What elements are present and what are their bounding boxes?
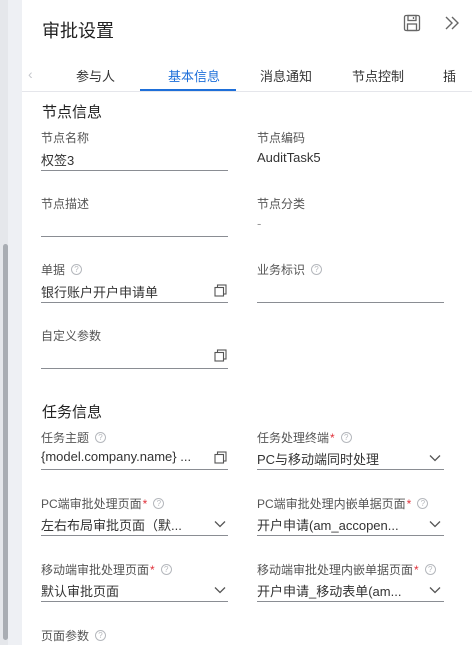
biz-flag-underline xyxy=(257,302,444,303)
node-name-input[interactable]: 权签3 xyxy=(41,150,74,169)
task-terminal-underline xyxy=(257,469,444,470)
copy-icon[interactable] xyxy=(213,283,227,297)
mobile-page-select[interactable]: 默认审批页面 xyxy=(41,581,208,600)
node-category-label: 节点分类 xyxy=(257,197,306,211)
copy-icon[interactable] xyxy=(213,348,227,362)
custom-params-underline xyxy=(41,368,228,369)
chevron-down-icon[interactable] xyxy=(428,451,442,465)
biz-flag-input[interactable] xyxy=(257,282,444,300)
mobile-embed-page-label: 移动端审批处理内嵌单据页面 * ? xyxy=(257,561,436,578)
mobile-page-label: 移动端审批处理页面 * ? xyxy=(41,561,172,578)
help-icon[interactable]: ? xyxy=(311,264,323,275)
pc-page-select[interactable]: 左右布局审批页面（默... xyxy=(41,515,208,534)
double-chevron-right-icon xyxy=(445,16,459,30)
page-params-label: 页面参数 ? xyxy=(41,627,107,644)
task-subject-underline xyxy=(41,469,228,470)
help-icon[interactable]: ? xyxy=(95,630,107,641)
task-subject-input[interactable]: {model.company.name} ... xyxy=(41,449,208,464)
chevron-down-icon[interactable] xyxy=(428,517,442,531)
save-button[interactable] xyxy=(401,12,423,34)
help-icon[interactable]: ? xyxy=(71,264,83,275)
help-icon[interactable]: ? xyxy=(424,564,436,575)
section-title-task-info: 任务信息 xyxy=(42,404,103,421)
pc-embed-page-select[interactable]: 开户申请(am_accopen... xyxy=(257,515,422,534)
help-icon[interactable]: ? xyxy=(160,564,172,575)
chevron-down-icon[interactable] xyxy=(213,517,227,531)
chevron-down-icon[interactable] xyxy=(213,583,227,597)
panel-header: 审批设置 xyxy=(22,0,472,56)
node-name-underline xyxy=(41,170,228,171)
tab-plugin[interactable]: 插 xyxy=(443,66,456,85)
section-title-node-info: 节点信息 xyxy=(42,104,103,121)
help-icon[interactable]: ? xyxy=(340,432,352,443)
node-code-label: 节点编码 xyxy=(257,131,306,145)
node-desc-underline xyxy=(41,236,228,237)
tab-scroll-left-icon[interactable]: ‹ xyxy=(28,66,33,82)
expand-button[interactable] xyxy=(441,12,463,34)
copy-icon[interactable] xyxy=(213,450,227,464)
document-label: 单据 ? xyxy=(41,261,83,278)
node-category-value: - xyxy=(257,216,262,231)
task-subject-label: 任务主题 ? xyxy=(41,429,107,446)
tab-basic-info[interactable]: 基本信息 xyxy=(168,66,220,85)
task-terminal-select[interactable]: PC与移动端同时处理 xyxy=(257,449,422,468)
mobile-embed-page-select[interactable]: 开户申请_移动表单(am... xyxy=(257,581,422,600)
tab-participants[interactable]: 参与人 xyxy=(76,66,115,85)
custom-params-label: 自定义参数 xyxy=(41,329,102,343)
custom-params-input[interactable] xyxy=(41,348,206,366)
save-icon xyxy=(403,14,421,32)
panel-title: 审批设置 xyxy=(42,21,114,41)
active-tab-indicator xyxy=(140,89,236,91)
document-underline xyxy=(41,302,228,303)
tab-message-notify[interactable]: 消息通知 xyxy=(260,66,312,85)
node-code-value: AuditTask5 xyxy=(257,150,321,165)
mobile-page-underline xyxy=(41,601,228,602)
biz-flag-label: 业务标识 ? xyxy=(257,261,323,278)
chevron-down-icon[interactable] xyxy=(428,583,442,597)
pc-embed-page-label: PC端审批处理内嵌单据页面 * ? xyxy=(257,495,429,512)
node-name-label: 节点名称 xyxy=(41,131,90,145)
approval-settings-panel: 审批设置 ‹ 参与人 基本信息 消息通知 节点控制 插 节点信息 节点名称 权签… xyxy=(22,0,472,645)
help-icon[interactable]: ? xyxy=(95,432,107,443)
node-desc-input[interactable] xyxy=(41,216,228,234)
mobile-embed-page-underline xyxy=(257,601,444,602)
document-input[interactable]: 银行账户开户申请单 xyxy=(41,282,206,301)
task-terminal-label: 任务处理终端 * ? xyxy=(257,429,352,446)
scrollbar-thumb[interactable] xyxy=(3,244,8,640)
help-icon[interactable]: ? xyxy=(153,498,165,509)
node-desc-label: 节点描述 xyxy=(41,197,90,211)
tab-bar: ‹ 参与人 基本信息 消息通知 节点控制 插 xyxy=(22,56,472,92)
pc-page-underline xyxy=(41,535,228,536)
tab-node-control[interactable]: 节点控制 xyxy=(352,66,404,85)
pc-page-label: PC端审批处理页面 * ? xyxy=(41,495,165,512)
pc-embed-page-underline xyxy=(257,535,444,536)
help-icon[interactable]: ? xyxy=(417,498,429,509)
